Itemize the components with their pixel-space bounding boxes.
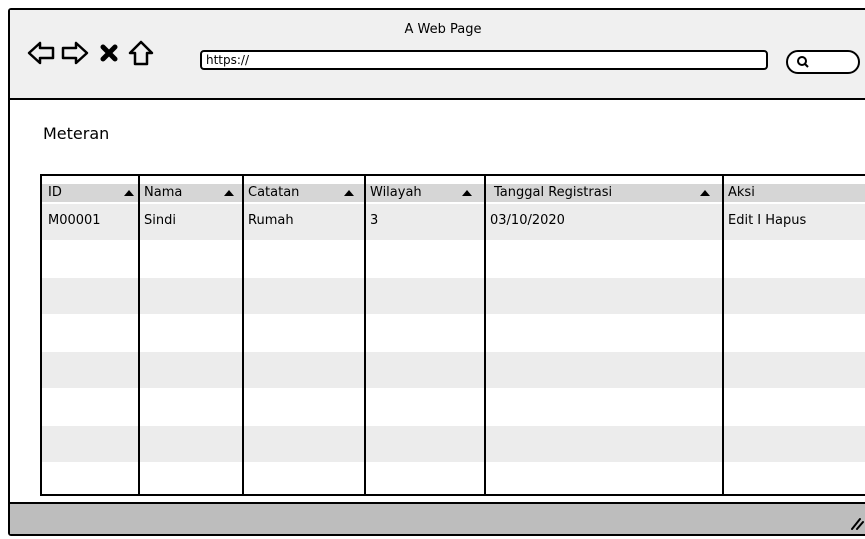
- table-row-stripe: [42, 426, 865, 462]
- table-row[interactable]: M00001 Sindi Rumah 3 03/10/2020 Edit I H…: [42, 212, 865, 230]
- close-icon[interactable]: [94, 38, 124, 68]
- arrow-left-icon[interactable]: [26, 38, 56, 68]
- resize-grip-icon[interactable]: [848, 514, 864, 530]
- table-header: ID Nama Catatan Wilayah Tanggal Registra…: [42, 184, 865, 202]
- page-title: Meteran: [43, 124, 110, 143]
- column-header-label: Nama: [144, 185, 183, 200]
- table-row-stripe: [42, 352, 865, 388]
- column-header-nama[interactable]: Nama: [140, 184, 240, 202]
- column-header-label: Wilayah: [370, 185, 422, 200]
- cell-id: M00001: [48, 213, 101, 228]
- column-header-catatan[interactable]: Catatan: [244, 184, 362, 202]
- column-header-label: Catatan: [248, 185, 300, 200]
- cell-aksi-edit-hapus[interactable]: Edit I Hapus: [724, 212, 864, 230]
- column-header-label: Tanggal Registrasi: [494, 185, 613, 200]
- sort-ascending-icon[interactable]: [344, 190, 354, 196]
- column-divider: [722, 176, 724, 494]
- cell-nama: Sindi: [144, 213, 176, 228]
- column-header-aksi: Aksi: [724, 184, 864, 202]
- cell-wilayah: 3: [370, 213, 379, 228]
- column-header-tanggal-registrasi[interactable]: Tanggal Registrasi: [488, 184, 720, 202]
- cell-tanggal-registrasi: 03/10/2020: [490, 213, 565, 228]
- sort-ascending-icon[interactable]: [462, 190, 472, 196]
- data-table: ID Nama Catatan Wilayah Tanggal Registra…: [40, 174, 865, 496]
- column-divider: [138, 176, 140, 494]
- sort-ascending-icon[interactable]: [124, 190, 134, 196]
- column-header-wilayah[interactable]: Wilayah: [366, 184, 482, 202]
- sort-ascending-icon[interactable]: [700, 190, 710, 196]
- cell-catatan: Rumah: [248, 213, 294, 228]
- column-divider: [484, 176, 486, 494]
- search-icon: [797, 56, 809, 68]
- home-icon[interactable]: [126, 38, 156, 68]
- status-bar: [10, 502, 865, 534]
- browser-window: A Web Page https:// Meteran ID Nama Cata…: [8, 8, 865, 536]
- arrow-right-icon[interactable]: [60, 38, 90, 68]
- search-field[interactable]: [786, 50, 860, 74]
- browser-chrome: A Web Page https://: [10, 10, 865, 100]
- column-header-id[interactable]: ID: [44, 184, 136, 202]
- address-bar[interactable]: https://: [200, 50, 768, 70]
- sort-ascending-icon[interactable]: [224, 190, 234, 196]
- window-title: A Web Page: [404, 22, 482, 37]
- table-row-stripe: [42, 278, 865, 314]
- column-header-label: Aksi: [728, 185, 755, 200]
- column-divider: [242, 176, 244, 494]
- column-header-label: ID: [48, 185, 62, 200]
- column-divider: [364, 176, 366, 494]
